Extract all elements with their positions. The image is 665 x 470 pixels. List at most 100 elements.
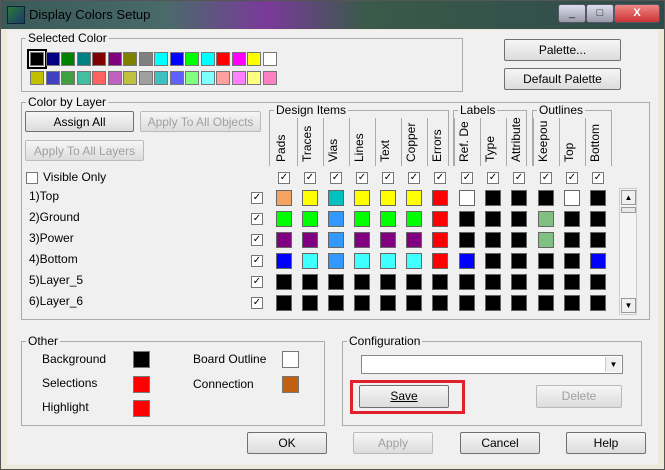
layer-color-swatch[interactable]: [380, 232, 396, 248]
layer-color-swatch[interactable]: [511, 274, 527, 290]
layer-color-swatch[interactable]: [354, 232, 370, 248]
layer-color-swatch[interactable]: [511, 232, 527, 248]
scroll-thumb[interactable]: [621, 207, 636, 213]
palette-swatch[interactable]: [169, 52, 184, 66]
layer-color-swatch[interactable]: [590, 211, 606, 227]
background-swatch[interactable]: [133, 351, 150, 368]
layer-visible-checkbox[interactable]: ✓: [251, 255, 263, 267]
layer-color-swatch[interactable]: [328, 190, 344, 206]
layer-visible-checkbox[interactable]: ✓: [251, 297, 263, 309]
column-visible-checkbox[interactable]: ✓: [278, 172, 290, 184]
layer-color-swatch[interactable]: [485, 211, 501, 227]
column-visible-checkbox[interactable]: ✓: [408, 172, 420, 184]
selections-swatch[interactable]: [133, 376, 150, 393]
scroll-up-icon[interactable]: ▲: [621, 190, 636, 205]
apply-all-objects-button[interactable]: Apply To All Objects: [140, 111, 261, 132]
layer-color-swatch[interactable]: [432, 232, 448, 248]
layer-color-swatch[interactable]: [511, 211, 527, 227]
layer-visible-checkbox[interactable]: ✓: [251, 192, 263, 204]
apply-all-layers-button[interactable]: Apply To All Layers: [25, 140, 144, 161]
layer-color-swatch[interactable]: [406, 295, 422, 311]
column-visible-checkbox[interactable]: ✓: [540, 172, 552, 184]
layer-color-swatch[interactable]: [432, 211, 448, 227]
layer-color-swatch[interactable]: [302, 190, 318, 206]
layer-color-swatch[interactable]: [354, 253, 370, 269]
palette-swatch[interactable]: [231, 71, 246, 85]
palette-swatch[interactable]: [27, 49, 47, 69]
layer-color-swatch[interactable]: [564, 190, 580, 206]
layer-color-swatch[interactable]: [432, 253, 448, 269]
palette-swatch[interactable]: [107, 71, 122, 85]
layer-color-swatch[interactable]: [432, 295, 448, 311]
layer-color-swatch[interactable]: [276, 190, 292, 206]
layer-color-swatch[interactable]: [564, 232, 580, 248]
layer-color-swatch[interactable]: [276, 274, 292, 290]
layer-color-swatch[interactable]: [354, 295, 370, 311]
palette-swatch[interactable]: [216, 52, 230, 66]
close-button[interactable]: X: [614, 4, 660, 23]
layer-color-swatch[interactable]: [459, 211, 475, 227]
layer-color-swatch[interactable]: [485, 274, 501, 290]
palette-button[interactable]: Palette...: [504, 39, 621, 61]
layer-color-swatch[interactable]: [380, 253, 396, 269]
layer-color-swatch[interactable]: [459, 232, 475, 248]
palette-swatch[interactable]: [107, 52, 122, 66]
layer-color-swatch[interactable]: [485, 190, 501, 206]
palette-swatch[interactable]: [76, 52, 91, 66]
layer-color-swatch[interactable]: [459, 274, 475, 290]
ok-button[interactable]: OK: [247, 432, 327, 454]
scroll-down-icon[interactable]: ▼: [621, 298, 636, 313]
layer-color-swatch[interactable]: [538, 232, 554, 248]
layer-color-swatch[interactable]: [590, 190, 606, 206]
layer-scrollbar[interactable]: ▲ ▼: [619, 188, 637, 315]
palette-swatch[interactable]: [138, 52, 153, 66]
help-button[interactable]: Help: [566, 432, 646, 454]
layer-color-swatch[interactable]: [354, 211, 370, 227]
layer-color-swatch[interactable]: [590, 274, 606, 290]
palette-swatch[interactable]: [247, 71, 261, 85]
palette-swatch[interactable]: [169, 71, 184, 85]
layer-color-swatch[interactable]: [302, 274, 318, 290]
layer-color-swatch[interactable]: [564, 253, 580, 269]
layer-color-swatch[interactable]: [302, 253, 318, 269]
layer-color-swatch[interactable]: [328, 274, 344, 290]
cancel-button[interactable]: Cancel: [460, 432, 540, 454]
palette-swatch[interactable]: [92, 52, 106, 66]
layer-color-swatch[interactable]: [406, 211, 422, 227]
layer-color-swatch[interactable]: [538, 295, 554, 311]
column-visible-checkbox[interactable]: ✓: [356, 172, 368, 184]
layer-color-swatch[interactable]: [564, 295, 580, 311]
layer-color-swatch[interactable]: [328, 253, 344, 269]
palette-swatch[interactable]: [154, 52, 168, 66]
palette-swatch[interactable]: [185, 71, 199, 85]
layer-color-swatch[interactable]: [511, 190, 527, 206]
board-outline-swatch[interactable]: [282, 351, 299, 368]
title-bar[interactable]: Display Colors Setup _ □ X: [1, 1, 664, 29]
column-visible-checkbox[interactable]: ✓: [487, 172, 499, 184]
palette-swatch[interactable]: [45, 52, 60, 66]
palette-swatch[interactable]: [185, 52, 199, 66]
layer-color-swatch[interactable]: [432, 274, 448, 290]
layer-color-swatch[interactable]: [564, 274, 580, 290]
palette-swatch[interactable]: [154, 71, 168, 85]
layer-color-swatch[interactable]: [380, 211, 396, 227]
layer-color-swatch[interactable]: [302, 295, 318, 311]
layer-color-swatch[interactable]: [380, 295, 396, 311]
palette-swatch[interactable]: [45, 71, 60, 85]
layer-color-swatch[interactable]: [354, 190, 370, 206]
layer-color-swatch[interactable]: [590, 295, 606, 311]
palette-swatch[interactable]: [61, 52, 75, 66]
layer-color-swatch[interactable]: [276, 295, 292, 311]
palette-swatch[interactable]: [30, 71, 44, 85]
palette-swatch[interactable]: [200, 52, 215, 66]
column-visible-checkbox[interactable]: ✓: [461, 172, 473, 184]
chevron-down-icon[interactable]: ▼: [605, 357, 621, 372]
palette-swatch[interactable]: [216, 71, 230, 85]
layer-color-swatch[interactable]: [302, 232, 318, 248]
column-visible-checkbox[interactable]: ✓: [330, 172, 342, 184]
layer-color-swatch[interactable]: [538, 211, 554, 227]
layer-color-swatch[interactable]: [380, 274, 396, 290]
layer-color-swatch[interactable]: [276, 211, 292, 227]
layer-visible-checkbox[interactable]: ✓: [251, 213, 263, 225]
palette-swatch[interactable]: [123, 52, 137, 66]
